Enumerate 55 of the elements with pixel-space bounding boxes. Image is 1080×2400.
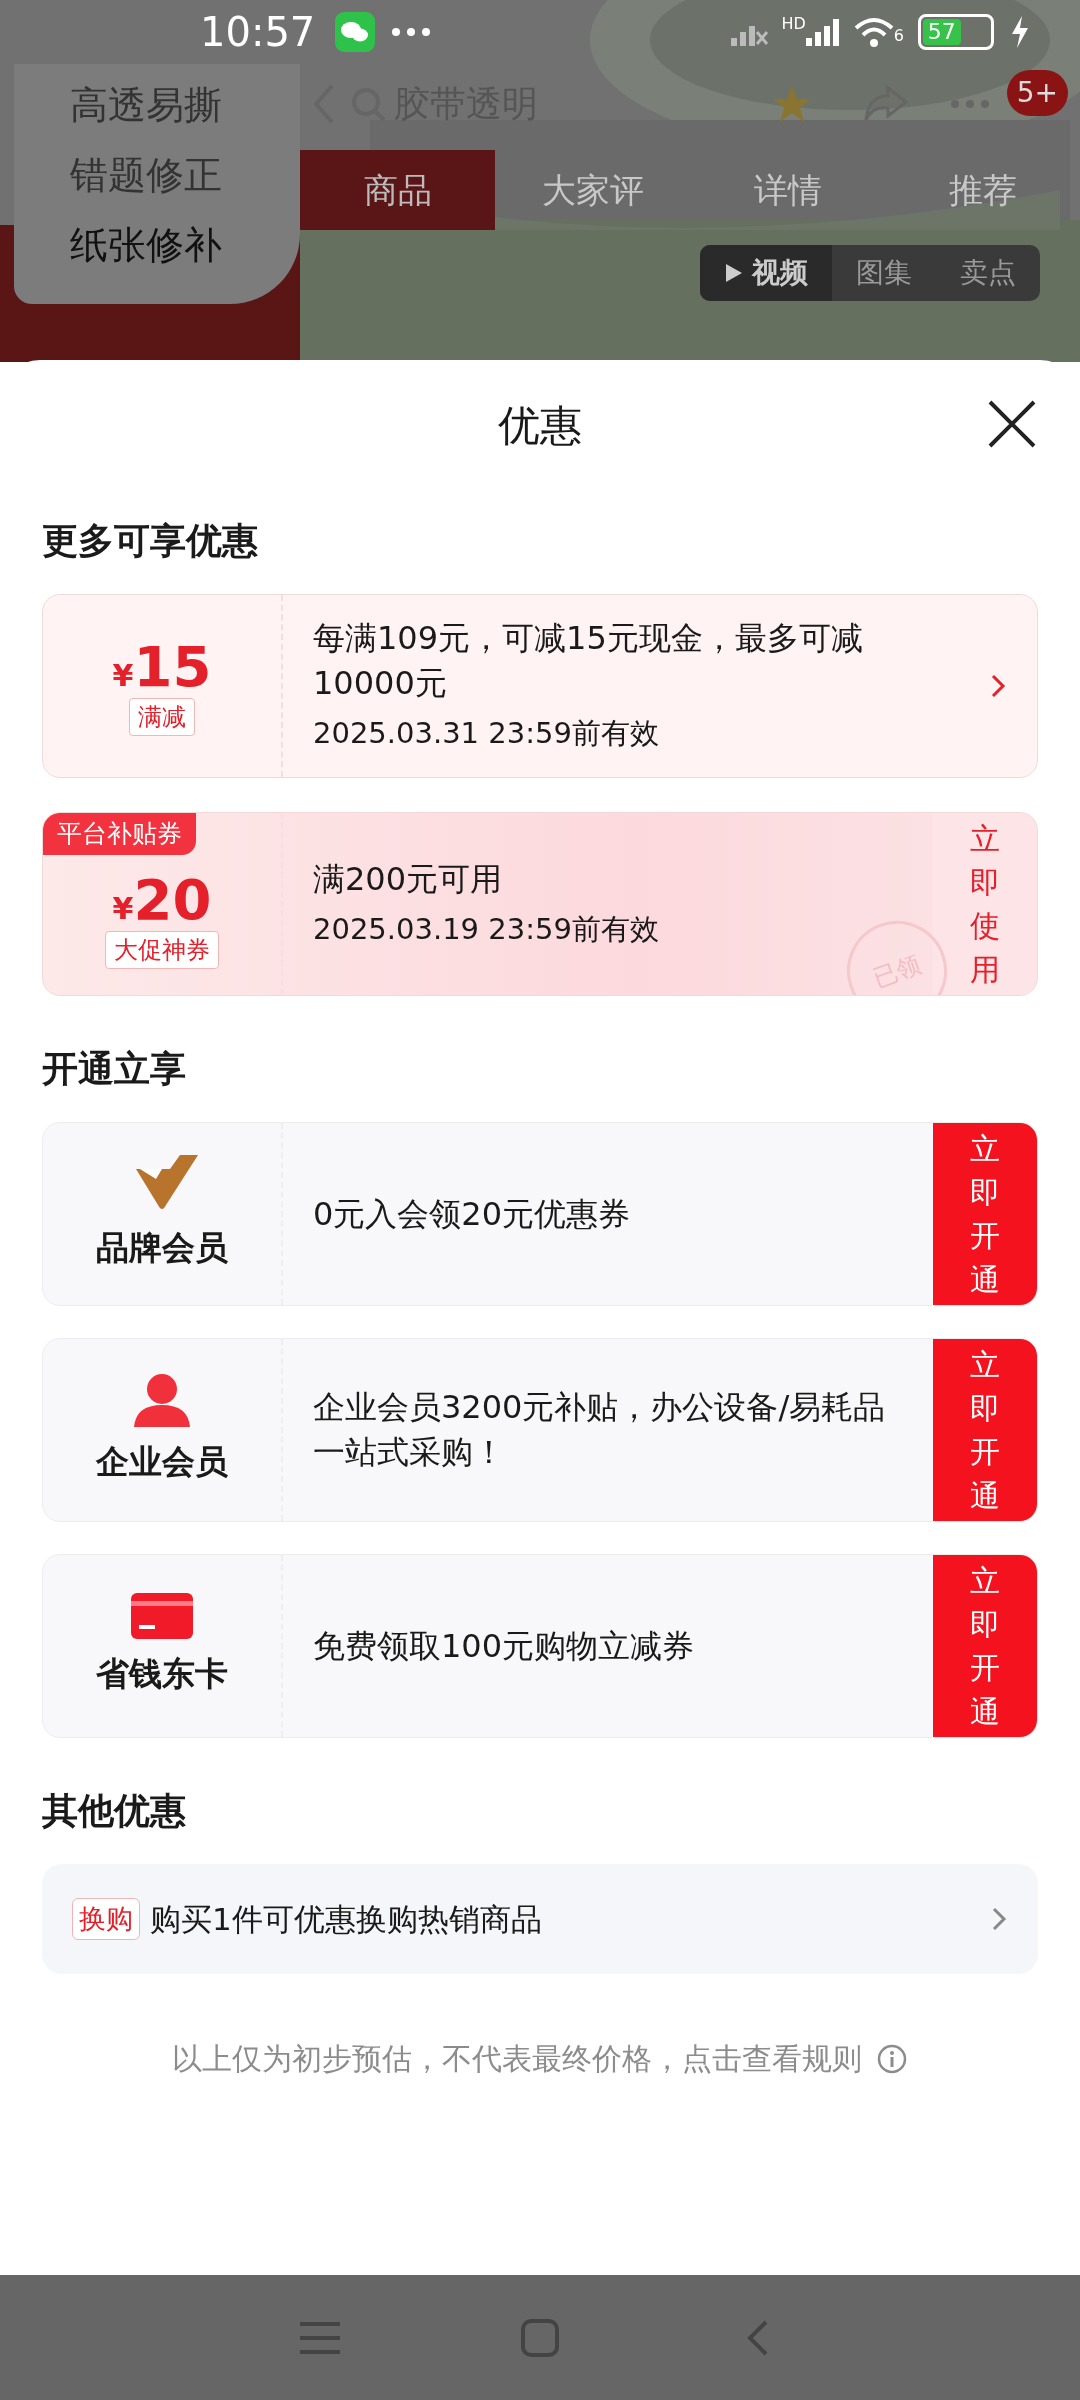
card-icon bbox=[131, 1593, 193, 1640]
person-icon bbox=[132, 1373, 192, 1428]
tab[interactable]: 详情 bbox=[690, 150, 885, 230]
sheet-title: 优惠 bbox=[498, 399, 582, 452]
info-icon[interactable] bbox=[876, 2042, 908, 2075]
tab[interactable]: 推荐 bbox=[885, 150, 1080, 230]
membership-name: 省钱东卡 bbox=[96, 1653, 228, 1696]
tab[interactable]: 商品 bbox=[300, 150, 495, 230]
coupon-amount: ¥20 bbox=[112, 869, 212, 931]
star-icon[interactable] bbox=[772, 84, 812, 124]
menu-item[interactable]: 错题修正 bbox=[70, 156, 300, 194]
membership-description: 免费领取100元购物立减券 bbox=[313, 1625, 696, 1667]
membership-description: 企业会员3200元补贴，办公设备/易耗品一站式采购！ bbox=[313, 1387, 887, 1473]
coupon-description: 满200元可用 bbox=[313, 858, 504, 900]
section-title: 更多可享优惠 bbox=[42, 519, 259, 563]
offer-row[interactable]: 换购 购买1件可优惠换购热销商品 bbox=[42, 1864, 1038, 1974]
section-title: 开通立享 bbox=[42, 1047, 187, 1091]
menu-item[interactable]: 高透易撕 bbox=[70, 86, 300, 124]
wifi-icon bbox=[853, 16, 894, 48]
coupon-label: 平台补贴券 bbox=[43, 813, 196, 855]
network-label: HD bbox=[781, 13, 806, 35]
signal-icon bbox=[805, 16, 840, 48]
media-tab[interactable]: 图集 bbox=[832, 245, 936, 301]
offer-text: 购买1件可优惠换购热销商品 bbox=[150, 1899, 543, 1939]
activate-button[interactable]: 立即开通 bbox=[933, 1339, 1037, 1521]
membership-name: 企业会员 bbox=[96, 1441, 228, 1484]
use-button[interactable]: 立即使用 bbox=[933, 813, 1037, 995]
chevron-icon[interactable] bbox=[989, 672, 1007, 700]
membership-description: 0元入会领20元优惠券 bbox=[313, 1193, 632, 1235]
coupon-amount: ¥15 bbox=[112, 636, 212, 698]
status-time: 10:57 bbox=[200, 8, 316, 57]
charging-icon bbox=[1010, 16, 1030, 48]
media-tab[interactable]: 视频 bbox=[700, 245, 832, 301]
coupon-validity: 2025.03.31 23:59前有效 bbox=[313, 715, 660, 753]
chevron-icon bbox=[992, 1907, 1008, 1931]
battery-level: 57 bbox=[923, 19, 961, 45]
coupon-description: 每满109元，可减15元现金，最多可减10000元 bbox=[313, 618, 864, 705]
home-icon[interactable] bbox=[520, 2317, 560, 2358]
membership-name: 品牌会员 bbox=[96, 1227, 228, 1270]
media-tab[interactable]: 卖点 bbox=[936, 245, 1040, 301]
activate-button[interactable]: 立即开通 bbox=[933, 1123, 1037, 1305]
coupon-tag: 大促神券 bbox=[105, 931, 219, 969]
wifi-label: 6 bbox=[893, 25, 904, 47]
disclaimer-text: 以上仅为初步预估，不代表最终价格，点击查看规则 bbox=[172, 2040, 862, 2078]
section-title: 其他优惠 bbox=[42, 1789, 187, 1833]
more-icon[interactable] bbox=[950, 99, 990, 109]
activate-button[interactable]: 立即开通 bbox=[933, 1555, 1037, 1737]
coupon-validity: 2025.03.19 23:59前有效 bbox=[313, 910, 660, 948]
coupon-tag: 满减 bbox=[129, 698, 195, 736]
chat-app-icon bbox=[335, 12, 376, 52]
more-icon bbox=[391, 27, 432, 37]
close-button[interactable] bbox=[986, 398, 1038, 450]
offer-tag: 换购 bbox=[72, 1897, 140, 1941]
tab[interactable]: 大家评 bbox=[495, 150, 690, 230]
play-icon bbox=[724, 262, 744, 284]
